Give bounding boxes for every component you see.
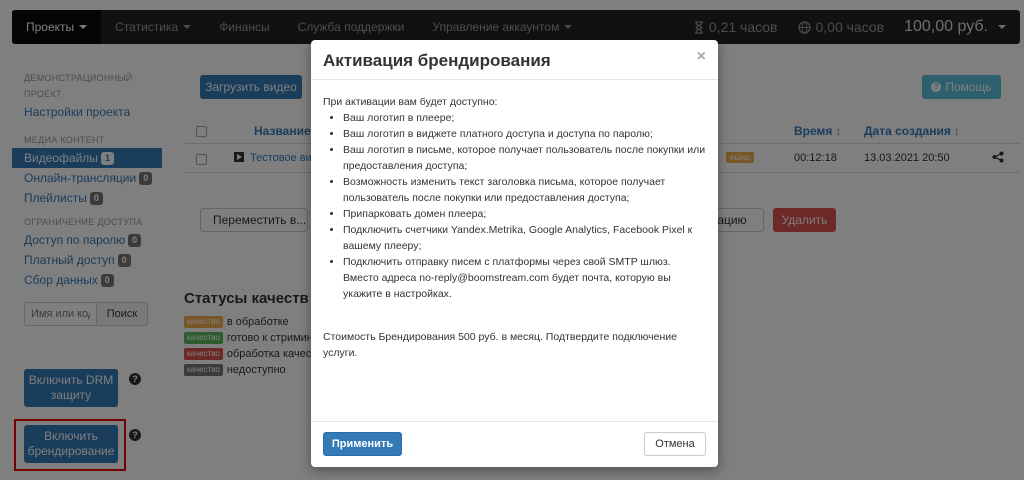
modal-header: Активация брендирования × — [311, 40, 718, 80]
close-icon[interactable]: × — [697, 49, 706, 65]
branding-activation-modal: Активация брендирования × При активации … — [311, 40, 718, 467]
cancel-button[interactable]: Отмена — [644, 432, 706, 456]
modal-footer: Применить Отмена — [311, 421, 718, 467]
list-item: Ваш логотип в письме, которое получает п… — [343, 142, 707, 174]
modal-intro: При активации вам будет доступно: — [323, 96, 498, 108]
list-item: Возможность изменить текст заголовка пис… — [343, 174, 707, 206]
modal-title: Активация брендирования — [323, 51, 551, 70]
modal-cost-text: Стоимость Брендирования 500 руб. в месяц… — [323, 331, 677, 359]
list-item: Ваш логотип в плеере; — [343, 110, 707, 126]
modal-body: При активации вам будет доступно: Ваш ло… — [323, 94, 707, 361]
list-item: Подключить счетчики Yandex.Metrika, Goog… — [343, 222, 707, 254]
apply-button[interactable]: Применить — [323, 432, 402, 456]
list-item: Ваш логотип в виджете платного доступа и… — [343, 126, 707, 142]
list-item: Подключить отправку писем с платформы че… — [343, 254, 707, 302]
feature-list: Ваш логотип в плеере; Ваш логотип в видж… — [343, 110, 707, 302]
list-item: Припарковать домен плеера; — [343, 206, 707, 222]
